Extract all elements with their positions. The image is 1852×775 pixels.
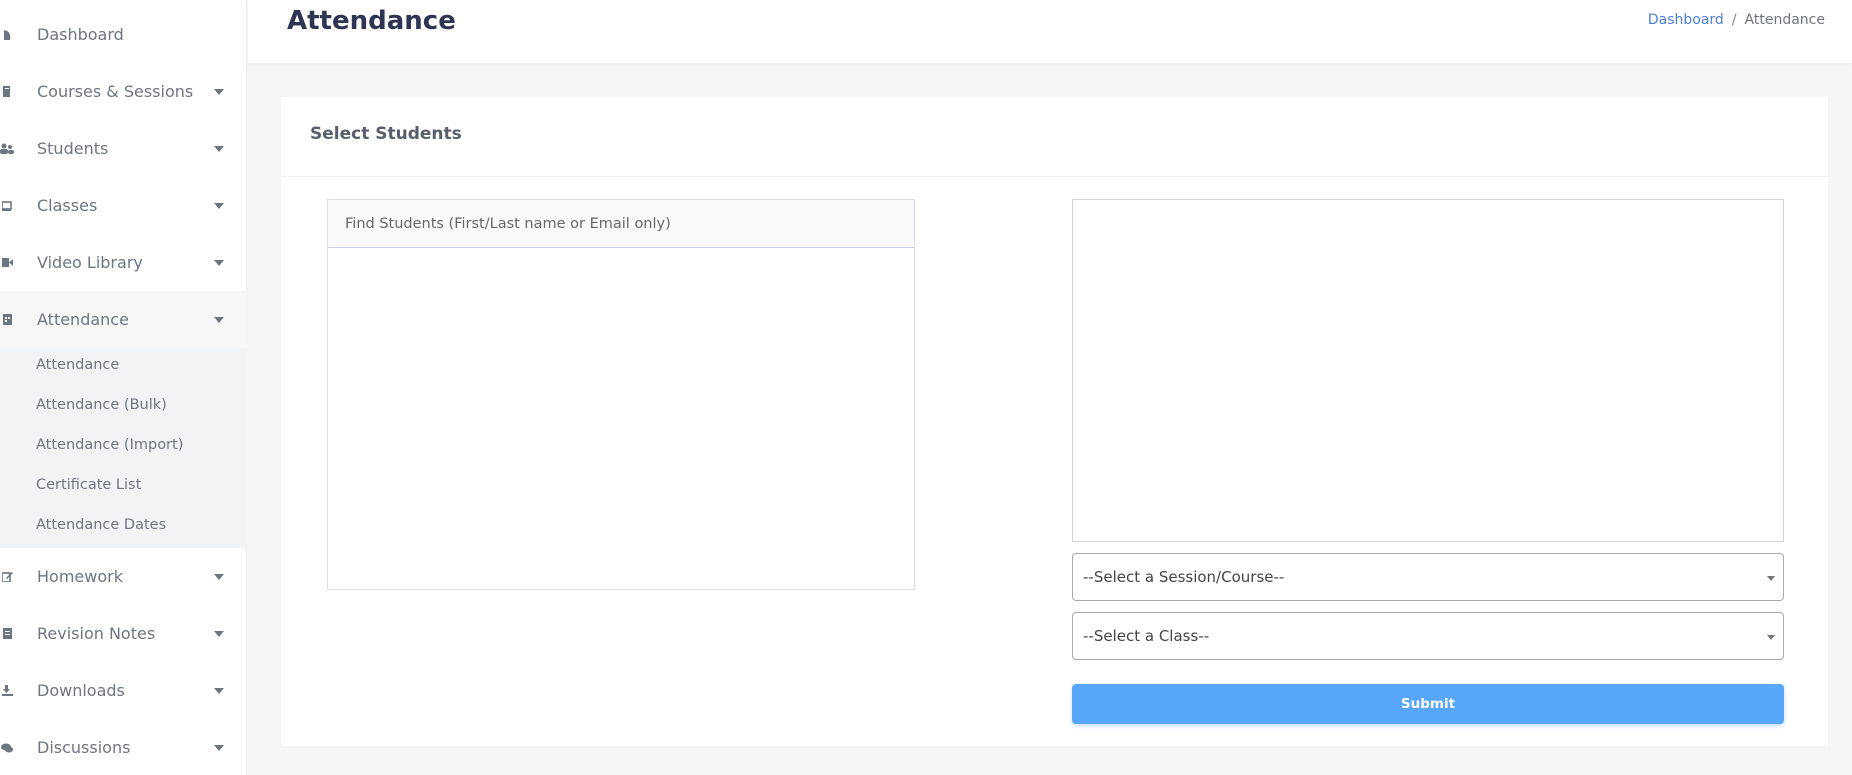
sidebar-item-dashboard[interactable]: Dashboard	[0, 6, 247, 63]
chevron-down-icon	[214, 573, 224, 580]
sidebar-item-revision-notes[interactable]: Revision Notes	[0, 605, 247, 662]
dashboard-icon	[0, 28, 14, 42]
select-students-card: Select Students --Select a Session/Cours…	[281, 97, 1828, 746]
sidebar-item-discussions[interactable]: Discussions	[0, 719, 247, 775]
breadcrumb: Dashboard / Attendance	[1648, 12, 1825, 28]
card-title: Select Students	[310, 124, 462, 144]
sidebar-item-classes[interactable]: Classes	[0, 177, 247, 234]
chevron-down-icon	[214, 202, 224, 209]
book-icon	[0, 85, 14, 99]
sidebar-item-label: Courses & Sessions	[37, 82, 194, 101]
sidebar-item-video-library[interactable]: Video Library	[0, 234, 247, 291]
breadcrumb-current: Attendance	[1744, 12, 1825, 28]
attendance-submenu: Attendance Attendance (Bulk) Attendance …	[0, 348, 247, 548]
find-students-input[interactable]	[328, 200, 914, 248]
submenu-item-attendance-dates[interactable]: Attendance Dates	[36, 517, 166, 533]
session-course-select-value: --Select a Session/Course--	[1083, 568, 1285, 586]
card-header: Select Students	[281, 97, 1828, 177]
sidebar-item-students[interactable]: Students	[0, 120, 247, 177]
sidebar-item-label: Video Library	[37, 253, 143, 272]
sidebar: Dashboard Courses & Sessions Students Cl…	[0, 0, 247, 775]
chevron-down-icon	[1767, 635, 1775, 640]
notes-icon	[0, 627, 14, 641]
page-title: Attendance	[287, 6, 456, 36]
edit-icon	[0, 570, 14, 584]
chevron-down-icon	[214, 145, 224, 152]
sidebar-item-label: Students	[37, 139, 109, 158]
chevron-down-icon	[214, 259, 224, 266]
users-icon	[0, 142, 14, 156]
selected-students-list[interactable]	[1072, 199, 1784, 542]
search-results-list	[328, 248, 914, 589]
sidebar-item-label: Homework	[37, 567, 123, 586]
calendar-icon	[0, 313, 14, 327]
sidebar-item-label: Dashboard	[37, 25, 124, 44]
sidebar-item-label: Discussions	[37, 738, 131, 757]
submenu-item-attendance-bulk[interactable]: Attendance (Bulk)	[36, 397, 167, 413]
find-students-panel	[327, 199, 915, 590]
page-header: Attendance Dashboard / Attendance	[248, 0, 1852, 63]
breadcrumb-dashboard-link[interactable]: Dashboard	[1648, 12, 1724, 28]
chevron-down-icon	[1767, 576, 1775, 581]
submenu-item-attendance-import[interactable]: Attendance (Import)	[36, 437, 183, 453]
sidebar-item-label: Classes	[37, 196, 98, 215]
sidebar-item-label: Attendance	[37, 310, 129, 329]
sidebar-item-label: Downloads	[37, 681, 125, 700]
comments-icon	[0, 741, 14, 755]
chevron-down-icon	[214, 88, 224, 95]
chevron-down-icon	[214, 630, 224, 637]
chevron-down-icon	[214, 744, 224, 751]
sidebar-item-homework[interactable]: Homework	[0, 548, 247, 605]
sidebar-item-attendance[interactable]: Attendance	[0, 291, 247, 348]
submenu-item-certificate-list[interactable]: Certificate List	[36, 477, 141, 493]
submenu-item-attendance[interactable]: Attendance	[36, 357, 119, 373]
submit-button[interactable]: Submit	[1072, 684, 1784, 724]
download-icon	[0, 684, 14, 698]
class-select[interactable]: --Select a Class--	[1072, 612, 1784, 660]
chevron-down-icon	[214, 687, 224, 694]
class-select-value: --Select a Class--	[1083, 627, 1210, 645]
video-icon	[0, 256, 14, 270]
sidebar-item-courses-sessions[interactable]: Courses & Sessions	[0, 63, 247, 120]
session-course-select[interactable]: --Select a Session/Course--	[1072, 553, 1784, 601]
chevron-down-icon	[214, 316, 224, 323]
chalkboard-icon	[0, 199, 14, 213]
sidebar-item-label: Revision Notes	[37, 624, 156, 643]
sidebar-item-downloads[interactable]: Downloads	[0, 662, 247, 719]
breadcrumb-separator: /	[1731, 12, 1737, 28]
